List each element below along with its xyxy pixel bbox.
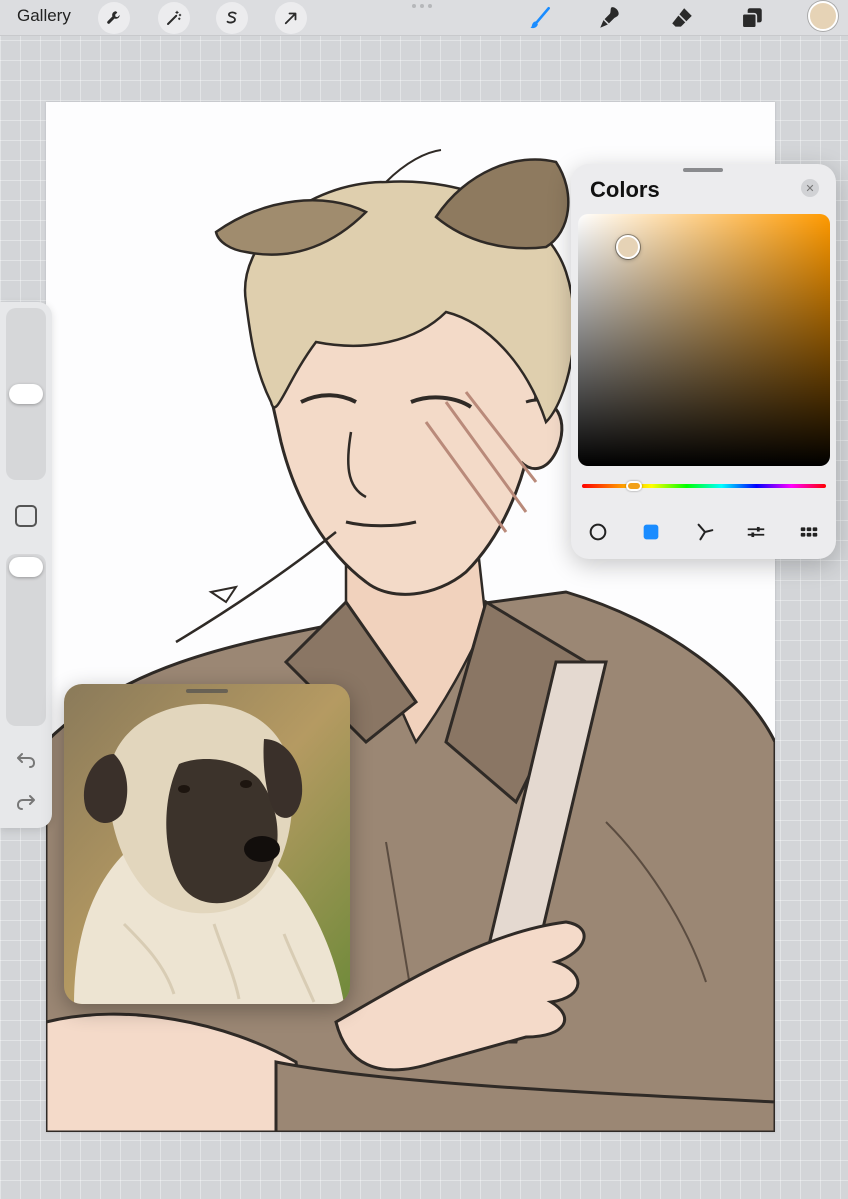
colors-title: Colors <box>590 177 660 202</box>
gallery-button[interactable]: Gallery <box>17 6 71 26</box>
brush-icon[interactable] <box>524 2 556 34</box>
color-picker-handle[interactable] <box>616 235 640 259</box>
hue-slider[interactable] <box>582 484 826 488</box>
harmony-mode-icon[interactable] <box>691 518 719 546</box>
opacity-slider[interactable] <box>6 554 46 726</box>
eraser-icon[interactable] <box>666 2 698 34</box>
opacity-thumb[interactable] <box>9 557 43 577</box>
brush-size-thumb[interactable] <box>9 384 43 404</box>
undo-arrow-icon[interactable] <box>14 748 38 772</box>
color-mode-tabs <box>571 518 836 546</box>
square-modify-icon[interactable] <box>15 505 37 527</box>
palette-grid-icon[interactable] <box>795 518 823 546</box>
transform-arrow-icon[interactable] <box>275 2 307 34</box>
close-x-icon[interactable]: ✕ <box>801 179 819 197</box>
hue-slider-thumb[interactable] <box>626 481 642 491</box>
value-sliders-icon[interactable] <box>742 518 770 546</box>
colors-panel: Colors ✕ <box>571 164 836 559</box>
window-grabber[interactable] <box>412 4 432 8</box>
top-toolbar: Gallery <box>0 0 848 36</box>
smudge-icon[interactable] <box>594 2 626 34</box>
dog-reference-photo <box>64 684 350 1004</box>
saturation-brightness-picker[interactable] <box>578 214 830 466</box>
panel-grabber[interactable] <box>683 168 723 172</box>
redo-arrow-icon[interactable] <box>14 790 38 814</box>
disc-mode-icon[interactable] <box>584 518 612 546</box>
wrench-icon[interactable] <box>98 2 130 34</box>
layers-icon[interactable] <box>736 2 768 34</box>
magic-wand-icon[interactable] <box>158 2 190 34</box>
left-sidebar <box>0 302 52 828</box>
current-color-button[interactable] <box>808 1 838 31</box>
reference-window[interactable] <box>64 684 350 1004</box>
selection-icon[interactable] <box>216 2 248 34</box>
classic-mode-icon[interactable] <box>637 518 665 546</box>
reference-grabber[interactable] <box>186 689 228 693</box>
